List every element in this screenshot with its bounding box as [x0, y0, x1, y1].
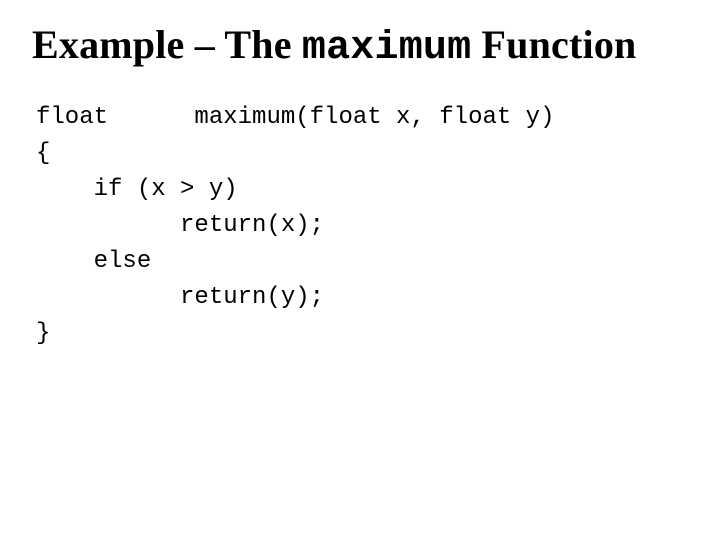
slide-title: Example – The maximum Function: [32, 20, 692, 74]
code-block: float maximum(float x, float y) { if (x …: [36, 100, 692, 352]
code-line: if (x > y): [36, 176, 238, 203]
title-keyword: maximum: [302, 26, 471, 71]
code-line: return(y);: [36, 284, 324, 311]
code-line: }: [36, 320, 50, 347]
title-suffix: Function: [471, 22, 636, 67]
code-line: else: [36, 248, 151, 275]
code-line: {: [36, 140, 50, 167]
code-line: return(x);: [36, 212, 324, 239]
code-line: float maximum(float x, float y): [36, 104, 554, 131]
title-prefix: Example – The: [32, 22, 302, 67]
slide: Example – The maximum Function float max…: [0, 0, 720, 540]
